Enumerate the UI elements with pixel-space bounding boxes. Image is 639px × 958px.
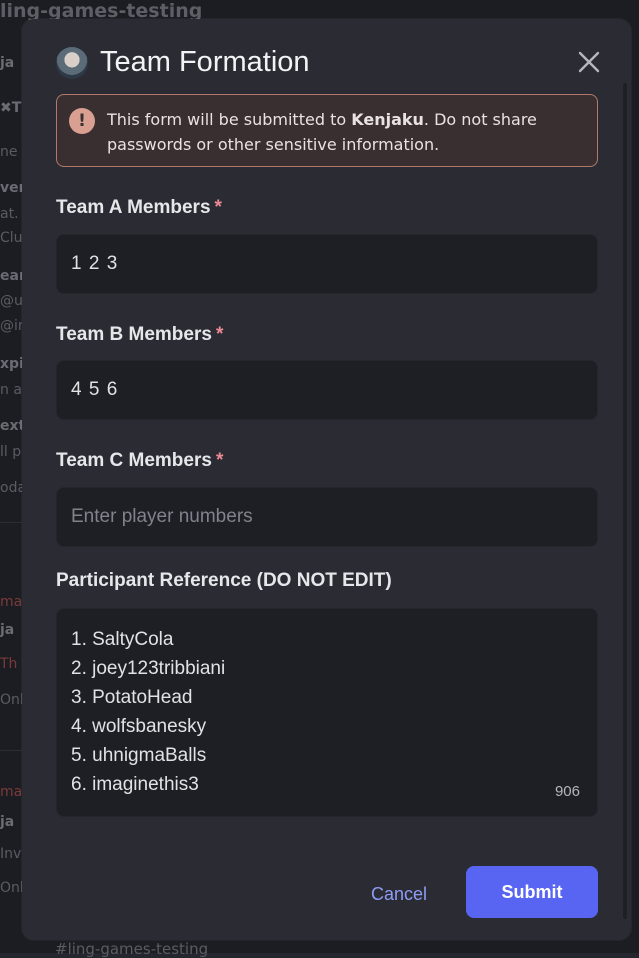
reference-label: Participant Reference (DO NOT EDIT) [56, 570, 392, 592]
bg-bottom-text: #ling-games-testing [55, 940, 209, 958]
required-mark: * [215, 450, 224, 471]
bg-fragment: ✖T [0, 100, 22, 116]
team-c-label: Team C Members * [56, 450, 223, 472]
close-button[interactable] [577, 50, 601, 74]
bg-fragment: ma [0, 784, 23, 800]
required-mark: * [214, 197, 222, 218]
team-b-label-text: Team B Members [56, 324, 212, 345]
divider [0, 522, 22, 523]
character-counter: 906 [554, 783, 580, 800]
modal-title: Team Formation [100, 46, 310, 78]
team-c-input[interactable]: Enter player numbers [56, 487, 598, 547]
warning-notice: ! This form will be submitted to Kenjaku… [56, 94, 598, 167]
modal-dialog: Team Formation ! This form will be submi… [22, 19, 631, 940]
bg-fragment: Inv [0, 846, 22, 862]
bg-fragment: ne [0, 144, 18, 160]
reference-line: 6. imaginethis3 [71, 774, 199, 795]
team-a-input[interactable]: 1 2 3 [56, 234, 598, 294]
team-a-label-text: Team A Members [56, 197, 211, 218]
reference-line: 3. PotatoHead [71, 687, 193, 708]
bg-fragment: n a [0, 382, 22, 398]
bg-fragment: at. [0, 206, 19, 222]
team-b-input[interactable]: 4 5 6 [56, 360, 598, 420]
close-icon [578, 51, 600, 73]
warning-icon: ! [69, 108, 95, 134]
team-a-value: 1 2 3 [71, 253, 119, 274]
bg-fragment: ma [0, 594, 23, 610]
cancel-button[interactable]: Cancel [371, 884, 427, 905]
bg-fragment: ll p [0, 444, 22, 460]
notice-recipient: Kenjaku [351, 110, 424, 129]
divider [0, 750, 22, 751]
notice-text-before: This form will be submitted to [107, 110, 352, 129]
team-a-label: Team A Members * [56, 197, 222, 219]
bg-fragment: xpi [0, 356, 24, 372]
modal-header: Team Formation [56, 46, 310, 79]
bg-fragment: ja [0, 814, 15, 830]
reference-textarea[interactable]: 1. SaltyCola 2. joey123tribbiani 3. Pota… [56, 608, 598, 817]
reference-line: 4. wolfsbanesky [71, 716, 207, 737]
team-b-value: 4 5 6 [71, 379, 119, 400]
reference-line: 2. joey123tribbiani [71, 658, 226, 679]
reference-line: 5. uhnigmaBalls [71, 745, 207, 766]
submit-button[interactable]: Submit [466, 866, 598, 918]
team-c-label-text: Team C Members [56, 450, 212, 471]
avatar [56, 46, 88, 79]
team-c-placeholder: Enter player numbers [71, 506, 253, 527]
scrollbar[interactable] [623, 83, 627, 919]
bg-fragment: ja [0, 622, 15, 638]
team-b-label: Team B Members * [56, 324, 223, 346]
reference-line: 1. SaltyCola [71, 629, 174, 650]
required-mark: * [215, 324, 224, 345]
bg-fragment: Th [0, 656, 18, 672]
bg-fragment: ja [0, 55, 15, 71]
reference-label-text: Participant Reference (DO NOT EDIT) [56, 570, 392, 591]
